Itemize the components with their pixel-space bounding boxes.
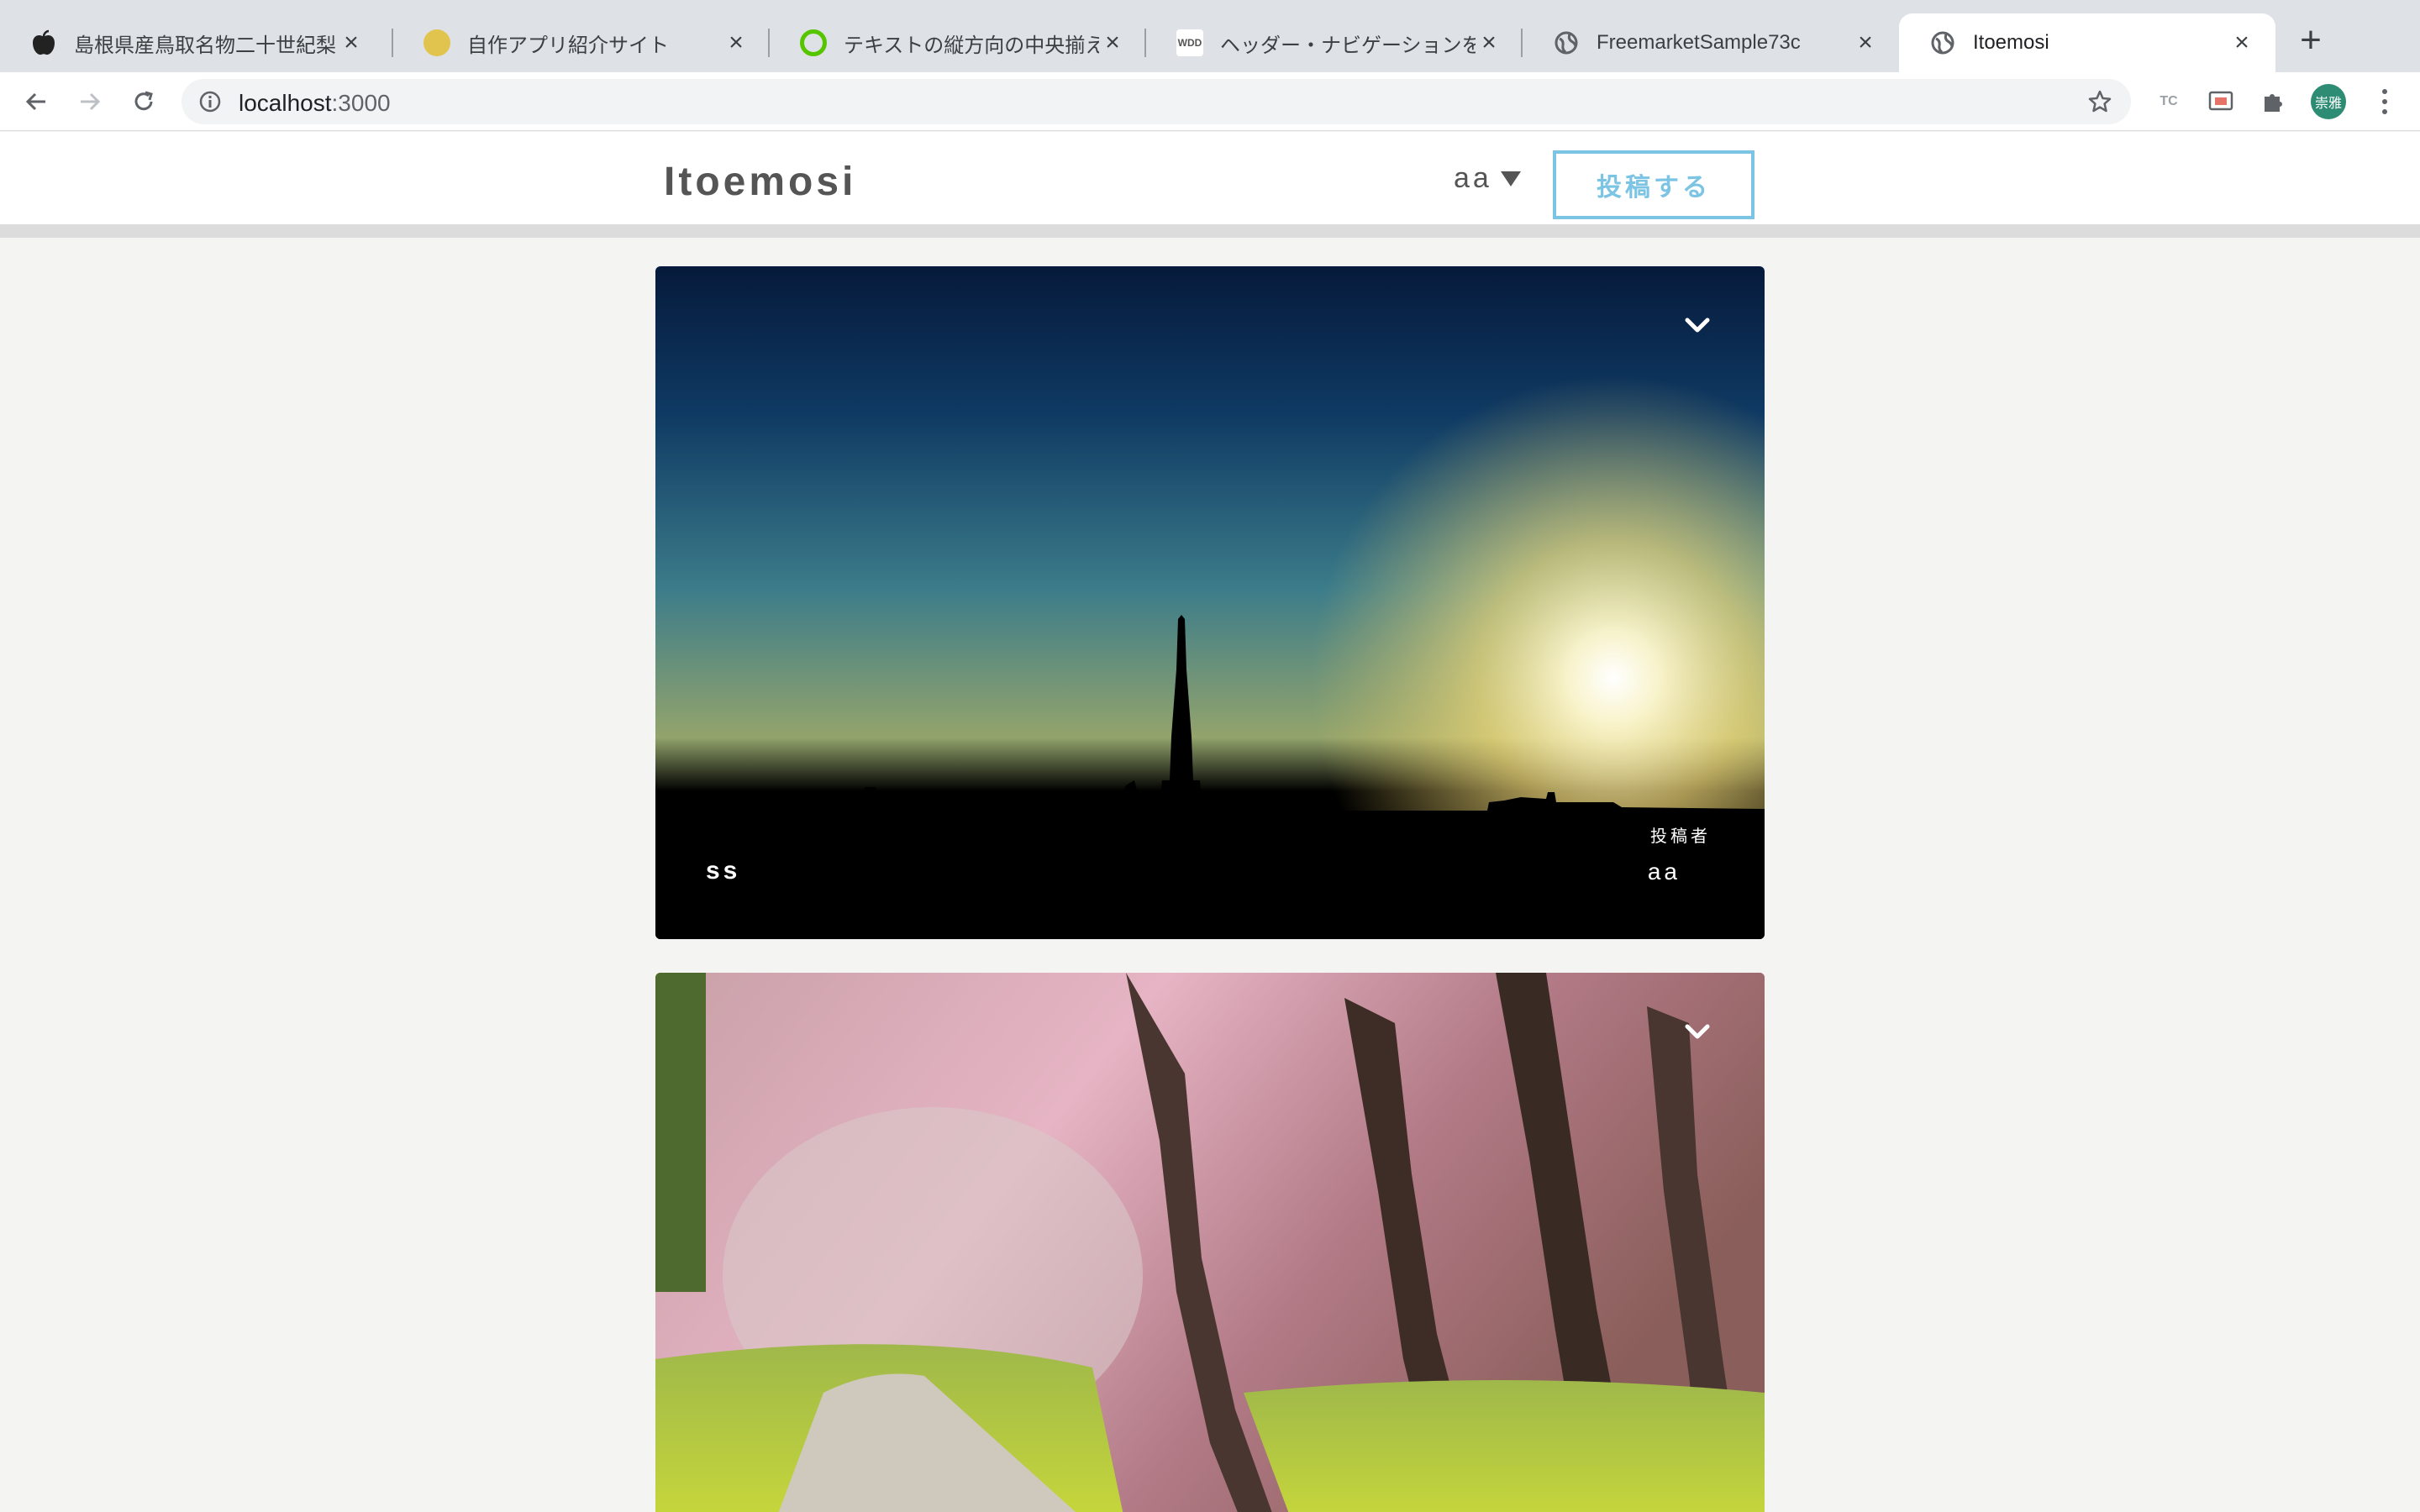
globe-icon [1553,29,1580,56]
arrow-right-icon [81,92,101,111]
address-bar[interactable]: localhost:3000 [182,79,2131,124]
tab-title: ヘッダー・ナビゲーションを固 [1220,34,1476,57]
url-text[interactable]: localhost:3000 [239,90,391,117]
tab-title: 島根県産鳥取名物二十世紀梨 [74,34,336,57]
lemon-icon [424,29,450,56]
site-logo[interactable]: Itoemosi [664,159,856,205]
bookmark-star-icon[interactable] [2087,89,2112,118]
cast-icon[interactable] [2203,84,2238,119]
more-menu-icon[interactable] [2368,84,2402,119]
close-icon[interactable]: × [1852,29,1879,56]
qiita-icon [800,29,827,56]
tab-title: テキストの縦方向の中央揃えに [844,34,1099,57]
globe-icon [1929,29,1956,56]
post-image [655,973,1765,1512]
tab-4[interactable]: WDD ヘッダー・ナビゲーションを固 × [1146,13,1523,72]
close-icon[interactable]: × [1476,29,1502,56]
poster-label: 投稿者 [1650,827,1711,846]
info-icon[interactable] [198,90,222,118]
url-port: :3000 [331,90,391,116]
close-icon[interactable]: × [1099,29,1126,56]
close-icon[interactable]: × [2228,29,2255,56]
user-name: aa [1454,162,1492,194]
post-card[interactable]: ss 投稿者 aa [655,266,1765,939]
arrow-left-icon [25,92,45,111]
apple-icon [30,29,57,56]
user-menu[interactable]: aa [1454,162,1521,195]
tab-title: 自作アプリ紹介サイト [467,34,669,57]
puzzle-extensions-icon[interactable] [2255,84,2291,119]
wdd-icon: WDD [1176,29,1203,56]
url-host: localhost [239,90,332,116]
post-button[interactable]: 投稿する [1553,150,1754,219]
chevron-down-icon[interactable] [1681,1015,1714,1048]
tc-extension-icon[interactable]: TC [2151,84,2186,119]
tab-3[interactable]: テキストの縦方向の中央揃えに × [770,13,1146,72]
back-button[interactable] [17,82,55,121]
site-header: Itoemosi aa 投稿する [0,132,2420,224]
new-tab-button[interactable]: + [2294,22,2328,59]
reload-button[interactable] [124,82,163,121]
tab-active[interactable]: Itoemosi × [1899,13,2275,72]
reload-icon [134,91,153,111]
chevron-down-icon[interactable] [1681,308,1714,342]
forward-button[interactable] [71,82,109,121]
tab-5[interactable]: FreemarketSample73c × [1523,13,1899,72]
post-title: ss [706,857,741,885]
header-divider [0,224,2420,238]
close-icon[interactable]: × [338,29,365,56]
post-image [655,266,1765,939]
close-icon[interactable]: × [723,29,750,56]
post-card[interactable] [655,973,1765,1512]
tab-2[interactable]: 自作アプリ紹介サイト × [393,13,770,72]
caret-down-icon [1500,171,1521,186]
poster-name: aa [1647,858,1681,885]
browser-tab-strip: 島根県産鳥取名物二十世紀梨 × 自作アプリ紹介サイト × テキストの縦方向の中央… [0,0,2420,72]
tab-title: FreemarketSample73c [1597,31,1801,54]
tab-1[interactable]: 島根県産鳥取名物二十世紀梨 × [0,13,385,72]
tab-title: Itoemosi [1973,31,2049,54]
profile-avatar[interactable]: 崇雅 [2311,84,2346,119]
browser-toolbar: localhost:3000 TC 崇雅 [0,72,2420,131]
